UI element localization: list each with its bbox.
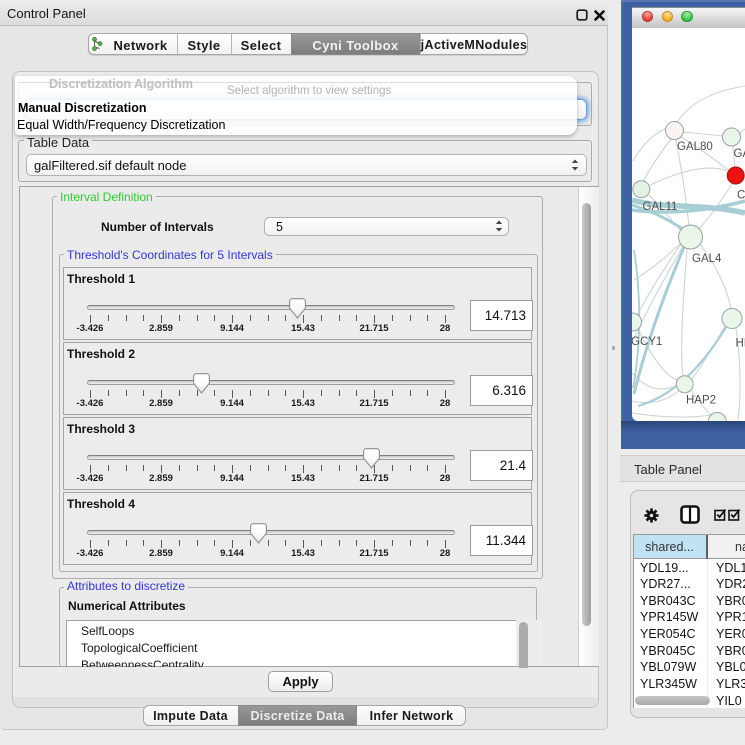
svg-text:C: C <box>737 189 745 201</box>
svg-text:GAL4: GAL4 <box>692 253 722 265</box>
svg-text:HI: HI <box>736 337 745 349</box>
svg-text:GAL80: GAL80 <box>677 141 713 153</box>
svg-text:GA: GA <box>734 148 745 160</box>
svg-text:GAL11: GAL11 <box>643 201 678 213</box>
svg-text:HAP2: HAP2 <box>686 394 716 406</box>
svg-text:GCY1: GCY1 <box>632 336 662 348</box>
